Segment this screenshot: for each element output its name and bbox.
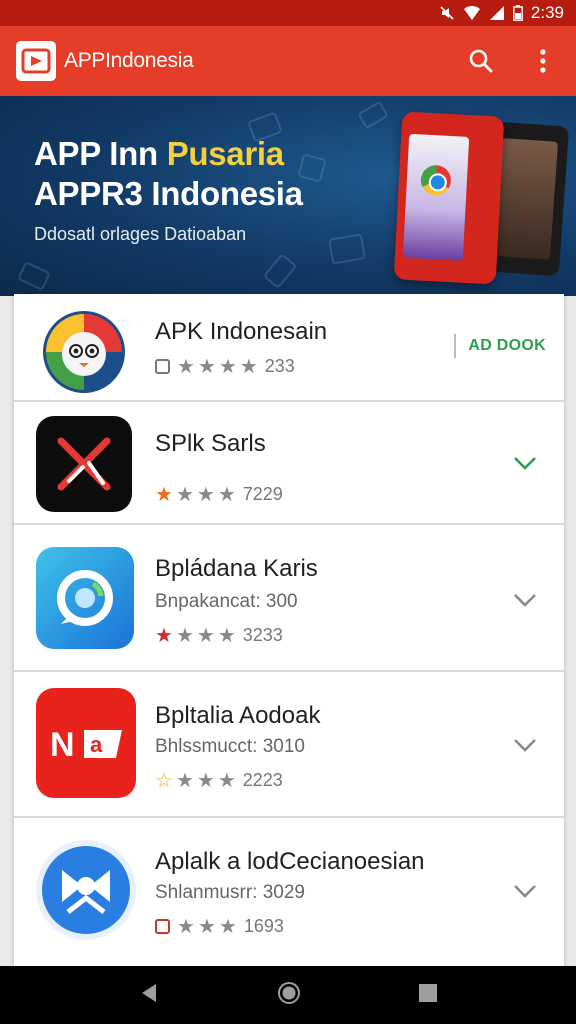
star-icon: ★ [177,356,195,378]
star-icon: ★ [217,770,236,792]
rating-count: 2223 [242,770,283,790]
recents-icon[interactable] [418,983,438,1008]
hero-subtitle: Ddosatl orlages Datioaban [34,224,247,244]
star-icon: ★ [217,484,236,506]
back-icon[interactable] [138,982,160,1009]
badge-icon [155,359,170,374]
chevron-down-icon[interactable] [510,585,540,615]
app-bar: APPIndonesia [0,26,576,96]
wifi-icon [463,5,481,21]
star-icon: ★ [175,484,194,506]
star-icon: ★ [218,356,237,378]
app-icon [36,416,132,512]
clock: 2:39 [530,3,564,22]
rating: ★ ★ ★ ★ 233 [155,354,295,379]
chevron-down-icon[interactable] [510,448,540,478]
phone-illustration-red [393,111,505,285]
signal-icon [489,5,505,21]
status-bar: 2:39 [0,0,576,26]
app-subtitle: Shlanmusrr: 3029 [155,882,305,903]
app-icon [36,304,132,400]
divider [454,334,457,358]
chevron-down-icon[interactable] [510,876,540,906]
app-icon [36,547,134,649]
star-icon: ★ [217,625,236,647]
star-icon: ★ [175,625,194,647]
app-name: SPlk Sarls [155,430,266,457]
list-item[interactable]: N a Bpltalia Aodoak Bhlssmucct: 3010 ☆ ★… [14,672,564,818]
navigation-bar [0,966,576,1024]
app-name: Aplalk a lodCecianoesian [155,848,425,875]
hero-title-line1: APP Inn [34,135,167,172]
star-icon: ★ [155,625,173,647]
star-icon: ★ [196,484,215,506]
search-icon[interactable] [464,44,498,78]
app-subtitle: Bnpakancat: 300 [155,591,298,612]
list-item[interactable]: SPlk Sarls ★ ★ ★ ★ 7229 [14,402,564,525]
app-name: Bpládana Karis [155,555,318,582]
star-icon: ★ [175,770,194,792]
rating: ★ ★ ★ ★ 3233 [155,623,283,648]
hero-title-accent: Pusaria [166,135,284,172]
star-icon: ★ [196,625,215,647]
add-button-label: AD DOOK [468,337,546,354]
star-icon: ☆ [155,770,173,792]
app-title: APPIndonesia [64,49,194,72]
app-logo-icon[interactable] [16,41,56,81]
app-list: APK Indonesain ★ ★ ★ ★ 233 AD DOOK SPlk … [14,294,564,966]
rating: ★ ★ ★ ★ 7229 [155,482,283,507]
star-icon: ★ [196,770,215,792]
rating-count: 1693 [243,916,284,936]
star-icon: ★ [218,916,237,938]
app-icon: N a [36,688,136,798]
rating: ★ ★ ★ 1693 [155,914,284,939]
battery-icon [513,5,523,21]
star-icon: ★ [197,356,216,378]
app-name: APK Indonesain [155,318,328,345]
list-item[interactable]: Aplalk a lodCecianoesian Shlanmusrr: 302… [14,818,564,964]
list-item[interactable]: APK Indonesain ★ ★ ★ ★ 233 AD DOOK [14,294,564,402]
chevron-down-icon[interactable] [510,730,540,760]
app-icon [36,840,136,940]
svg-text:N: N [50,726,75,764]
home-icon[interactable] [277,981,301,1010]
rating: ☆ ★ ★ ★ 2223 [155,768,283,793]
app-subtitle: Bhlssmucct: 3010 [155,736,305,757]
star-icon: ★ [239,356,258,378]
rating-count: 3233 [242,625,283,645]
badge-icon [155,919,170,934]
star-icon: ★ [197,916,216,938]
chrome-icon [420,164,452,197]
rating-count: 7229 [242,484,283,504]
star-icon: ★ [155,484,173,506]
list-item[interactable]: Bpládana Karis Bnpakancat: 300 ★ ★ ★ ★ 3… [14,525,564,672]
add-button[interactable]: AD DOOK [454,334,546,358]
rating-count: 233 [264,356,295,376]
mute-icon [439,5,455,21]
hero-banner[interactable]: APP Inn Pusaria APPR3 Indonesia Ddosatl … [0,96,576,296]
star-icon: ★ [177,916,195,938]
svg-text:a: a [90,732,103,757]
more-vert-icon[interactable] [526,44,560,78]
hero-title-line2: APPR3 Indonesia [34,175,303,212]
app-name: Bpltalia Aodoak [155,702,321,729]
hero-title: APP Inn Pusaria APPR3 Indonesia [34,134,303,214]
